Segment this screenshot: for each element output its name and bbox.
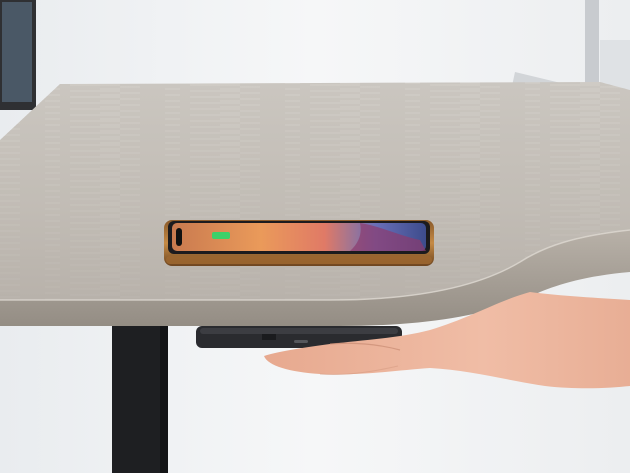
desk-leg [112, 318, 168, 473]
desk-leg-shadow [160, 318, 168, 473]
photo-illustration [0, 0, 630, 473]
monitor-corner [0, 0, 36, 110]
smartphone [164, 220, 434, 266]
product-photo [0, 0, 630, 473]
battery-icon [212, 232, 230, 239]
